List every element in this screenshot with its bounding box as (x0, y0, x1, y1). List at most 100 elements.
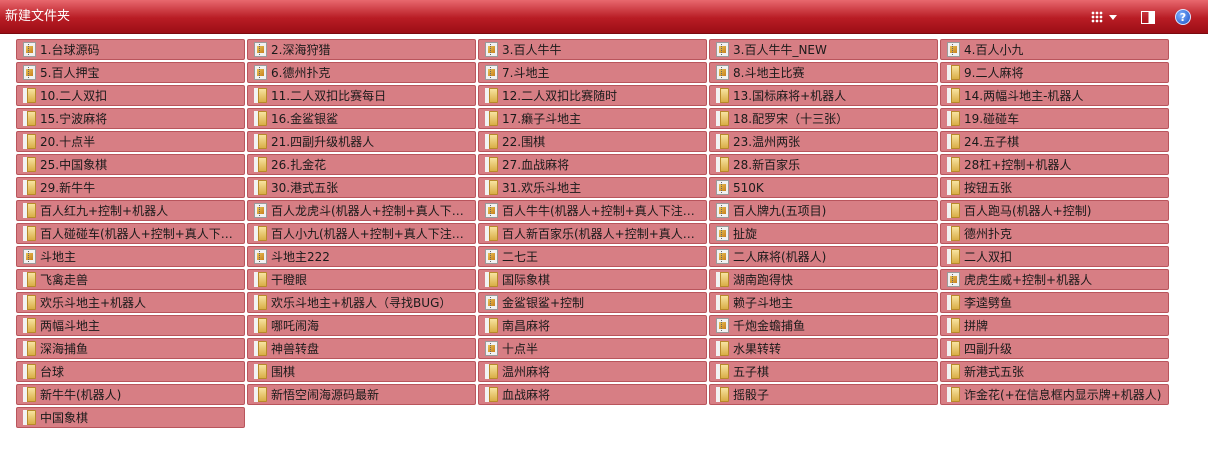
file-item[interactable]: 温州麻将 (478, 361, 707, 382)
file-item[interactable]: 台球 (16, 361, 245, 382)
file-item[interactable]: 21.四副升级机器人 (247, 131, 476, 152)
zip-archive-icon (716, 249, 729, 264)
file-item[interactable]: 新港式五张 (940, 361, 1169, 382)
file-item[interactable]: 3.百人牛牛_NEW (709, 39, 938, 60)
file-item[interactable]: 4.百人小九 (940, 39, 1169, 60)
file-item[interactable]: 28.新百家乐 (709, 154, 938, 175)
file-item[interactable]: 欢乐斗地主+机器人 (16, 292, 245, 313)
file-item[interactable]: 25.中国象棋 (16, 154, 245, 175)
file-item[interactable]: 诈金花(+在信息框内显示牌+机器人) (940, 384, 1169, 405)
file-item[interactable]: 11.二人双扣比赛每日 (247, 85, 476, 106)
file-item[interactable]: 17.癞子斗地主 (478, 108, 707, 129)
file-item[interactable]: 百人跑马(机器人+控制) (940, 200, 1169, 221)
file-item[interactable]: 新牛牛(机器人) (16, 384, 245, 405)
file-item[interactable]: 欢乐斗地主+机器人（寻找BUG） (247, 292, 476, 313)
file-item[interactable]: 27.血战麻将 (478, 154, 707, 175)
file-name: 千炮金蟾捕鱼 (733, 319, 806, 333)
file-item[interactable]: 摇骰子 (709, 384, 938, 405)
file-item[interactable]: 30.港式五张 (247, 177, 476, 198)
file-item[interactable]: 二人双扣 (940, 246, 1169, 267)
file-item[interactable]: 按钮五张 (940, 177, 1169, 198)
file-item[interactable]: 水果转转 (709, 338, 938, 359)
file-item[interactable]: 十点半 (478, 338, 707, 359)
file-item[interactable]: 22.围棋 (478, 131, 707, 152)
file-item[interactable]: 血战麻将 (478, 384, 707, 405)
file-item[interactable]: 百人牛牛(机器人+控制+真人下注显示) (478, 200, 707, 221)
file-item[interactable]: 扯旋 (709, 223, 938, 244)
file-item[interactable]: 16.金鲨银鲨 (247, 108, 476, 129)
new-folder-button[interactable]: 新建文件夹 (3, 0, 72, 34)
file-name: 干瞪眼 (271, 273, 308, 287)
file-item[interactable]: 哪吒闹海 (247, 315, 476, 336)
file-item[interactable]: 金鲨银鲨+控制 (478, 292, 707, 313)
file-item[interactable]: 百人龙虎斗(机器人+控制+真人下注显示) (247, 200, 476, 221)
file-item[interactable]: 5.百人押宝 (16, 62, 245, 83)
file-item[interactable]: 百人碰碰车(机器人+控制+真人下注显示) (16, 223, 245, 244)
file-name: 两幅斗地主 (40, 319, 101, 333)
file-item[interactable]: 3.百人牛牛 (478, 39, 707, 60)
file-item[interactable]: 23.温州两张 (709, 131, 938, 152)
file-item[interactable]: 6.德州扑克 (247, 62, 476, 83)
file-name: 深海捕鱼 (40, 342, 89, 356)
file-item[interactable]: 百人红九+控制+机器人 (16, 200, 245, 221)
folder-icon (254, 180, 267, 195)
preview-pane-button[interactable] (1138, 7, 1158, 27)
file-item[interactable]: 百人小九(机器人+控制+真人下注显示) (247, 223, 476, 244)
file-item[interactable]: 7.斗地主 (478, 62, 707, 83)
file-item[interactable]: 24.五子棋 (940, 131, 1169, 152)
file-item[interactable]: 2.深海狩猎 (247, 39, 476, 60)
file-item[interactable]: 18.配罗宋（十三张） (709, 108, 938, 129)
file-item[interactable]: 二七王 (478, 246, 707, 267)
file-item[interactable]: 干瞪眼 (247, 269, 476, 290)
file-item[interactable]: 中国象棋 (16, 407, 245, 428)
folder-icon (23, 88, 36, 103)
file-item[interactable]: 湖南跑得快 (709, 269, 938, 290)
file-item[interactable]: 15.宁波麻将 (16, 108, 245, 129)
file-item[interactable]: 9.二人麻将 (940, 62, 1169, 83)
file-item[interactable]: 31.欢乐斗地主 (478, 177, 707, 198)
file-item[interactable]: 斗地主222 (247, 246, 476, 267)
file-item[interactable]: 四副升级 (940, 338, 1169, 359)
file-item[interactable]: 赖子斗地主 (709, 292, 938, 313)
file-name: 21.四副升级机器人 (271, 135, 375, 149)
help-button[interactable]: ? (1173, 7, 1193, 27)
file-item[interactable]: 神兽转盘 (247, 338, 476, 359)
file-name: 7.斗地主 (502, 66, 550, 80)
file-item[interactable]: 26.扎金花 (247, 154, 476, 175)
file-item[interactable]: 12.二人双扣比赛随时 (478, 85, 707, 106)
change-view-button[interactable] (1084, 7, 1124, 27)
folder-icon (254, 364, 267, 379)
file-item[interactable]: 飞禽走兽 (16, 269, 245, 290)
file-name: 国际象棋 (502, 273, 551, 287)
file-item[interactable]: 围棋 (247, 361, 476, 382)
file-item[interactable]: 新悟空闹海源码最新 (247, 384, 476, 405)
file-item[interactable]: 28杠+控制+机器人 (940, 154, 1169, 175)
file-item[interactable]: 19.碰碰车 (940, 108, 1169, 129)
file-item[interactable]: 南昌麻将 (478, 315, 707, 336)
file-item[interactable]: 五子棋 (709, 361, 938, 382)
file-item[interactable]: 510K (709, 177, 938, 198)
file-item[interactable]: 1.台球源码 (16, 39, 245, 60)
file-item[interactable]: 百人牌九(五项目) (709, 200, 938, 221)
file-item[interactable]: 李逵劈鱼 (940, 292, 1169, 313)
folder-icon (23, 111, 36, 126)
file-item[interactable]: 29.新牛牛 (16, 177, 245, 198)
file-item[interactable]: 10.二人双扣 (16, 85, 245, 106)
file-item[interactable]: 千炮金蟾捕鱼 (709, 315, 938, 336)
file-item[interactable]: 14.两幅斗地主-机器人 (940, 85, 1169, 106)
file-item[interactable]: 虎虎生威+控制+机器人 (940, 269, 1169, 290)
file-item[interactable]: 两幅斗地主 (16, 315, 245, 336)
file-name: 扯旋 (733, 227, 758, 241)
file-item[interactable]: 百人新百家乐(机器人+控制+真人下注显示) (478, 223, 707, 244)
file-item[interactable]: 13.国标麻将+机器人 (709, 85, 938, 106)
file-item[interactable]: 斗地主 (16, 246, 245, 267)
file-item[interactable]: 拼牌 (940, 315, 1169, 336)
grid-view-icon (1091, 11, 1103, 23)
file-item[interactable]: 8.斗地主比赛 (709, 62, 938, 83)
file-item[interactable]: 二人麻将(机器人) (709, 246, 938, 267)
file-name: 16.金鲨银鲨 (271, 112, 339, 126)
file-item[interactable]: 深海捕鱼 (16, 338, 245, 359)
file-item[interactable]: 20.十点半 (16, 131, 245, 152)
file-item[interactable]: 国际象棋 (478, 269, 707, 290)
file-item[interactable]: 德州扑克 (940, 223, 1169, 244)
